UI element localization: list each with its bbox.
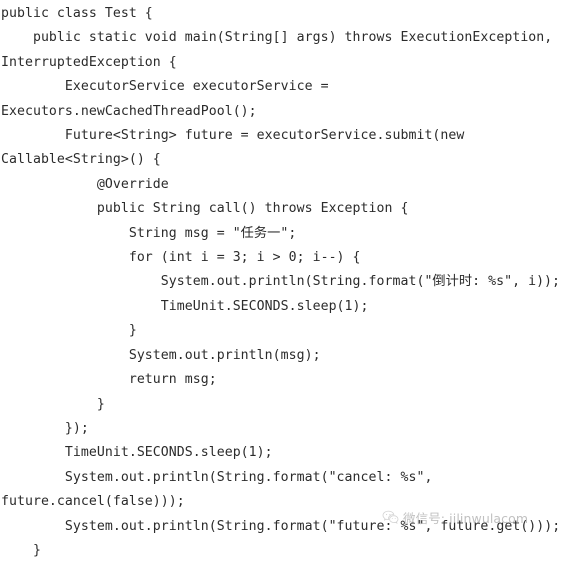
code-line: @Override xyxy=(1,176,169,192)
code-line: }); xyxy=(1,420,89,436)
code-line: } xyxy=(1,323,137,339)
code-line: } xyxy=(1,542,41,558)
code-line: String msg = "任务一"; xyxy=(1,225,297,241)
code-line: TimeUnit.SECONDS.sleep(1); xyxy=(1,445,273,461)
code-line: for (int i = 3; i > 0; i--) { xyxy=(1,250,361,266)
code-line: System.out.println(String.format("cancel… xyxy=(1,469,433,485)
code-line: } xyxy=(1,396,105,412)
code-line: InterruptedException { xyxy=(1,54,177,70)
code-line: return msg; xyxy=(1,372,217,388)
code-line: public String call() throws Exception { xyxy=(1,201,409,217)
watermark-text: 微信号: jilinwulacom xyxy=(403,511,529,526)
code-line: Future<String> future = executorService.… xyxy=(1,128,465,144)
code-line: Executors.newCachedThreadPool(); xyxy=(1,103,257,119)
code-line: public class Test { xyxy=(1,6,153,21)
watermark: 微信号: jilinwulacom xyxy=(382,508,528,527)
code-block: public class Test { public static void m… xyxy=(0,0,564,563)
code-line: TimeUnit.SECONDS.sleep(1); xyxy=(1,298,369,314)
code-line: System.out.println(msg); xyxy=(1,347,321,363)
code-line: Callable<String>() { xyxy=(1,152,161,168)
code-line: System.out.println(String.format("倒计时: %… xyxy=(1,274,561,290)
wechat-icon xyxy=(382,510,399,524)
code-line: ExecutorService executorService = xyxy=(1,79,329,95)
code-line: public static void main(String[] args) t… xyxy=(1,30,553,46)
